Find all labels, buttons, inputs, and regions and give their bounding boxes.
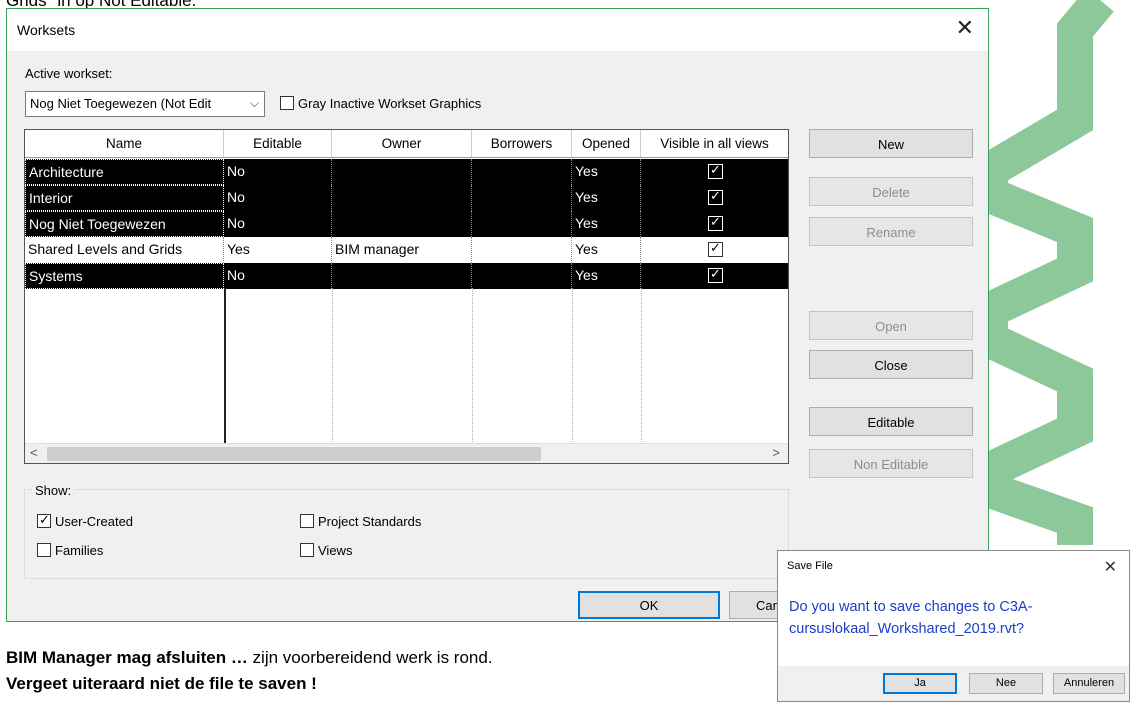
visible-checkbox[interactable]	[708, 266, 723, 283]
yes-button[interactable]: Ja	[883, 673, 957, 694]
cell-name: Nog Niet Toegewezen	[25, 211, 224, 237]
annuleren-button[interactable]: Annuleren	[1053, 673, 1125, 694]
scrollbar-thumb[interactable]	[47, 447, 541, 461]
col-header-opened[interactable]: Opened	[572, 130, 641, 158]
scroll-right-icon[interactable]: >	[772, 445, 780, 460]
save-dialog-message: Do you want to save changes to C3A-cursu…	[789, 599, 1033, 637]
checkbox-box	[280, 96, 294, 110]
cell-editable: No	[224, 159, 332, 185]
editable-button[interactable]: Editable	[809, 407, 973, 436]
column-divider	[332, 288, 333, 458]
families-checkbox[interactable]: Families	[37, 543, 103, 558]
column-divider	[641, 288, 642, 458]
project-standards-label: Project Standards	[318, 514, 422, 529]
cell-editable: Yes	[224, 237, 332, 263]
show-label: Show:	[32, 483, 75, 498]
visible-checkbox[interactable]	[708, 240, 723, 257]
checkbox-box	[37, 543, 51, 557]
cell-owner: BIM manager	[332, 237, 472, 263]
visible-checkbox[interactable]	[708, 188, 723, 205]
col-header-borrowers[interactable]: Borrowers	[472, 130, 572, 158]
delete-button[interactable]: Delete	[809, 177, 973, 206]
table-row[interactable]: Shared Levels and Grids Yes BIM manager …	[25, 237, 788, 263]
worksets-dialog: Worksets ✕ Active workset: Nog Niet Toeg…	[6, 8, 989, 622]
save-file-dialog: Save File ✕ Do you want to save changes …	[777, 550, 1130, 702]
caption-bold-2: Vergeet uiteraard niet de file te saven …	[6, 674, 317, 693]
close-icon[interactable]: ✕	[1104, 557, 1117, 577]
cell-borrowers	[472, 185, 572, 211]
cell-opened: Yes	[572, 185, 641, 211]
cell-borrowers	[472, 211, 572, 237]
active-workset-value: Nog Niet Toegewezen (Not Edit	[30, 96, 212, 111]
save-dialog-title: Save File	[787, 560, 833, 572]
gray-inactive-label: Gray Inactive Workset Graphics	[298, 96, 482, 111]
new-button[interactable]: New	[809, 129, 973, 158]
rename-button[interactable]: Rename	[809, 217, 973, 246]
show-group	[24, 489, 789, 579]
views-label: Views	[318, 543, 353, 558]
col-header-owner[interactable]: Owner	[332, 130, 472, 158]
visible-checkbox[interactable]	[708, 162, 723, 179]
column-divider	[224, 288, 226, 458]
table-row[interactable]: Interior No Yes	[25, 185, 788, 211]
table-row[interactable]: Systems No Yes	[25, 263, 788, 289]
cell-opened: Yes	[572, 237, 641, 263]
caption-bold-1: BIM Manager mag afsluiten …	[6, 648, 248, 667]
title-bar: Worksets ✕	[7, 9, 988, 51]
table-row[interactable]: Architecture No Yes	[25, 159, 788, 185]
cell-name: Architecture	[25, 159, 224, 185]
close-button[interactable]: Close	[809, 350, 973, 379]
cell-owner	[332, 263, 472, 289]
cell-name: Shared Levels and Grids	[25, 237, 224, 263]
gray-inactive-checkbox[interactable]: Gray Inactive Workset Graphics	[280, 96, 481, 111]
cell-borrowers	[472, 159, 572, 185]
cell-editable: No	[224, 185, 332, 211]
cell-editable: No	[224, 211, 332, 237]
column-divider	[472, 288, 473, 458]
horizontal-scrollbar[interactable]: < >	[25, 443, 788, 463]
cell-owner	[332, 185, 472, 211]
checkbox-box	[300, 543, 314, 557]
cell-editable: No	[224, 263, 332, 289]
table-row[interactable]: Nog Niet Toegewezen No Yes	[25, 211, 788, 237]
dialog-title: Worksets	[17, 22, 76, 38]
cell-opened: Yes	[572, 159, 641, 185]
caption-normal: zijn voorbereidend werk is rond.	[247, 648, 493, 667]
user-created-checkbox[interactable]: User-Created	[37, 512, 134, 529]
col-header-editable[interactable]: Editable	[224, 130, 332, 158]
project-standards-checkbox[interactable]: Project Standards	[300, 514, 421, 529]
cell-opened: Yes	[572, 211, 641, 237]
cell-owner	[332, 211, 472, 237]
cell-opened: Yes	[572, 263, 641, 289]
close-icon[interactable]: ✕	[956, 17, 974, 39]
cell-name: Interior	[25, 185, 224, 211]
open-button[interactable]: Open	[809, 311, 973, 340]
active-workset-label: Active workset:	[25, 66, 113, 81]
user-created-label: User-Created	[55, 514, 134, 529]
cell-borrowers	[472, 263, 572, 289]
col-header-visible[interactable]: Visible in all views	[641, 130, 788, 158]
non-editable-button[interactable]: Non Editable	[809, 449, 973, 478]
chevron-down-icon: ⌵	[249, 96, 259, 110]
active-workset-dropdown[interactable]: Nog Niet Toegewezen (Not Edit ⌵	[25, 91, 265, 117]
visible-checkbox[interactable]	[708, 214, 723, 231]
checkbox-box	[37, 512, 51, 528]
column-divider	[572, 288, 573, 458]
views-checkbox[interactable]: Views	[300, 543, 352, 558]
caption-text: BIM Manager mag afsluiten … zijn voorber…	[6, 645, 756, 697]
col-header-name[interactable]: Name	[25, 130, 224, 158]
families-label: Families	[55, 543, 104, 558]
cell-borrowers	[472, 237, 572, 263]
checkbox-box	[300, 514, 314, 528]
cell-owner	[332, 159, 472, 185]
worksets-table: Name Editable Owner Borrowers Opened Vis…	[24, 129, 789, 464]
scroll-left-icon[interactable]: <	[30, 445, 38, 460]
ok-button[interactable]: OK	[578, 591, 720, 619]
cell-name: Systems	[25, 263, 224, 289]
save-dialog-footer: Ja Nee Annuleren	[778, 666, 1129, 701]
no-button[interactable]: Nee	[969, 673, 1043, 694]
